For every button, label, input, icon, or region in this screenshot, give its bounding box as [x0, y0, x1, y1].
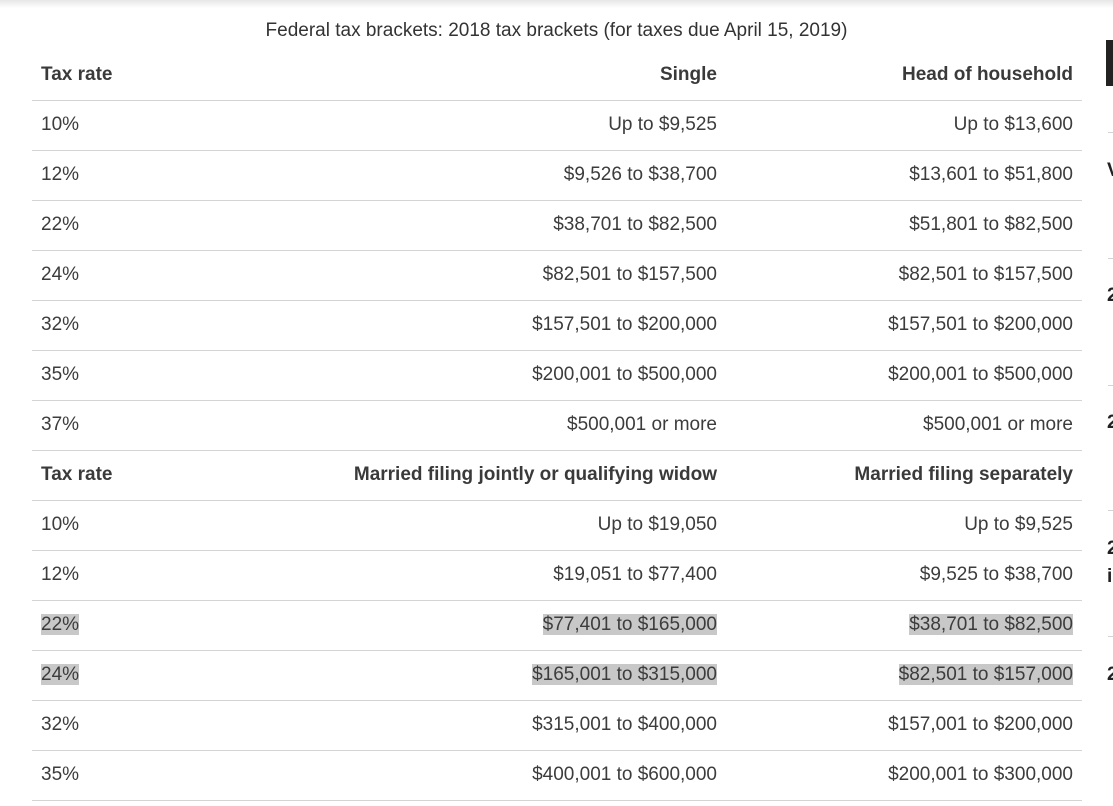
single-range-cell: $38,701 to $82,500: [342, 200, 726, 251]
divider: [1108, 132, 1113, 133]
table-row: 24% $165,001 to $315,000 $82,501 to $157…: [32, 650, 1082, 701]
table-header-row: Tax rate Single Head of household: [32, 50, 1082, 101]
column-header-married-separately: Married filing separately: [726, 450, 1082, 501]
table-row: 10% Up to $9,525 Up to $13,600: [32, 100, 1082, 151]
table-row: 32% $315,001 to $400,000 $157,001 to $20…: [32, 700, 1082, 751]
table-caption: Federal tax brackets: 2018 tax brackets …: [265, 20, 848, 41]
single-range-cell: $500,001 or more: [342, 400, 726, 451]
hoh-range-cell: $200,001 to $500,000: [726, 350, 1082, 401]
married-separately-range-cell: $82,501 to $157,000: [726, 650, 1082, 701]
rate-cell: 22%: [32, 600, 342, 651]
table-row: 35% $400,001 to $600,000 $200,001 to $30…: [32, 750, 1082, 801]
married-separately-range-cell: Up to $9,525: [726, 500, 1082, 551]
married-jointly-range-cell: Up to $19,050: [342, 500, 726, 551]
table-row: 12% $19,051 to $77,400 $9,525 to $38,700: [32, 550, 1082, 601]
single-range-cell: $82,501 to $157,500: [342, 250, 726, 301]
text-selection[interactable]: $165,001 to $315,000: [532, 664, 717, 685]
column-header-single: Single: [342, 50, 726, 101]
married-separately-range-cell: $157,001 to $200,000: [726, 700, 1082, 751]
column-header-head-of-household: Head of household: [726, 50, 1082, 101]
cropped-text-fragment: 2: [1107, 664, 1113, 685]
text-selection[interactable]: 24%: [41, 664, 80, 685]
cropped-text-fragment: 2: [1107, 412, 1113, 433]
rate-cell: 10%: [32, 500, 342, 551]
hoh-range-cell: $51,801 to $82,500: [726, 200, 1082, 251]
table-row: 10% Up to $19,050 Up to $9,525: [32, 500, 1082, 551]
hoh-range-cell: $500,001 or more: [726, 400, 1082, 451]
cropped-text-fragment: i: [1107, 566, 1113, 587]
table-row: 22% $77,401 to $165,000 $38,701 to $82,5…: [32, 600, 1082, 651]
rate-cell: 35%: [32, 350, 342, 401]
rate-cell: 12%: [32, 150, 342, 201]
single-range-cell: Up to $9,525: [342, 100, 726, 151]
column-header-married-jointly: Married filing jointly or qualifying wid…: [342, 450, 726, 501]
divider: [1108, 510, 1113, 511]
rate-cell: 10%: [32, 100, 342, 151]
married-separately-range-cell: $9,525 to $38,700: [726, 550, 1082, 601]
rate-cell: 35%: [32, 750, 342, 801]
top-shadow: [0, 0, 1113, 8]
single-range-cell: $200,001 to $500,000: [342, 350, 726, 401]
married-separately-range-cell: $38,701 to $82,500: [726, 600, 1082, 651]
married-jointly-range-cell: $315,001 to $400,000: [342, 700, 726, 751]
column-header-tax-rate: Tax rate: [32, 50, 342, 101]
married-jointly-range-cell: $400,001 to $600,000: [342, 750, 726, 801]
hoh-range-cell: $82,501 to $157,500: [726, 250, 1082, 301]
cropped-heading-fragment: [1106, 40, 1113, 86]
rate-cell: 32%: [32, 300, 342, 351]
cropped-text-fragment: V: [1107, 160, 1113, 182]
adjacent-column-edge: V 2 2 2 i 2: [1100, 0, 1113, 806]
single-range-cell: $157,501 to $200,000: [342, 300, 726, 351]
text-selection[interactable]: $38,701 to $82,500: [909, 614, 1073, 635]
table-header-row: Tax rate Married filing jointly or quali…: [32, 450, 1082, 501]
divider: [1108, 636, 1113, 637]
single-range-cell: $9,526 to $38,700: [342, 150, 726, 201]
divider: [1108, 385, 1113, 386]
table-row: 12% $9,526 to $38,700 $13,601 to $51,800: [32, 150, 1082, 201]
rate-cell: 32%: [32, 700, 342, 751]
text-selection[interactable]: $77,401 to $165,000: [542, 614, 717, 635]
table-row: 24% $82,501 to $157,500 $82,501 to $157,…: [32, 250, 1082, 301]
married-jointly-range-cell: $19,051 to $77,400: [342, 550, 726, 601]
rate-cell: 12%: [32, 550, 342, 601]
cropped-text-fragment: 2: [1107, 538, 1113, 559]
cropped-text-fragment: 2: [1107, 285, 1113, 306]
table-row: 35% $200,001 to $500,000 $200,001 to $50…: [32, 350, 1082, 401]
married-jointly-range-cell: $77,401 to $165,000: [342, 600, 726, 651]
text-selection[interactable]: 22%: [41, 614, 80, 635]
text-selection[interactable]: $82,501 to $157,000: [898, 664, 1073, 685]
table-row: 22% $38,701 to $82,500 $51,801 to $82,50…: [32, 200, 1082, 251]
rate-cell: 22%: [32, 200, 342, 251]
hoh-range-cell: $157,501 to $200,000: [726, 300, 1082, 351]
column-header-tax-rate: Tax rate: [32, 450, 342, 501]
hoh-range-cell: Up to $13,600: [726, 100, 1082, 151]
divider: [1108, 258, 1113, 259]
rate-cell: 24%: [32, 250, 342, 301]
table-row: 37% $500,001 or more $500,001 or more: [32, 400, 1082, 451]
married-separately-range-cell: $200,001 to $300,000: [726, 750, 1082, 801]
rate-cell: 37%: [32, 400, 342, 451]
table-row: 32% $157,501 to $200,000 $157,501 to $20…: [32, 300, 1082, 351]
tax-brackets-table: Tax rate Single Head of household 10% Up…: [32, 50, 1082, 801]
hoh-range-cell: $13,601 to $51,800: [726, 150, 1082, 201]
married-jointly-range-cell: $165,001 to $315,000: [342, 650, 726, 701]
rate-cell: 24%: [32, 650, 342, 701]
